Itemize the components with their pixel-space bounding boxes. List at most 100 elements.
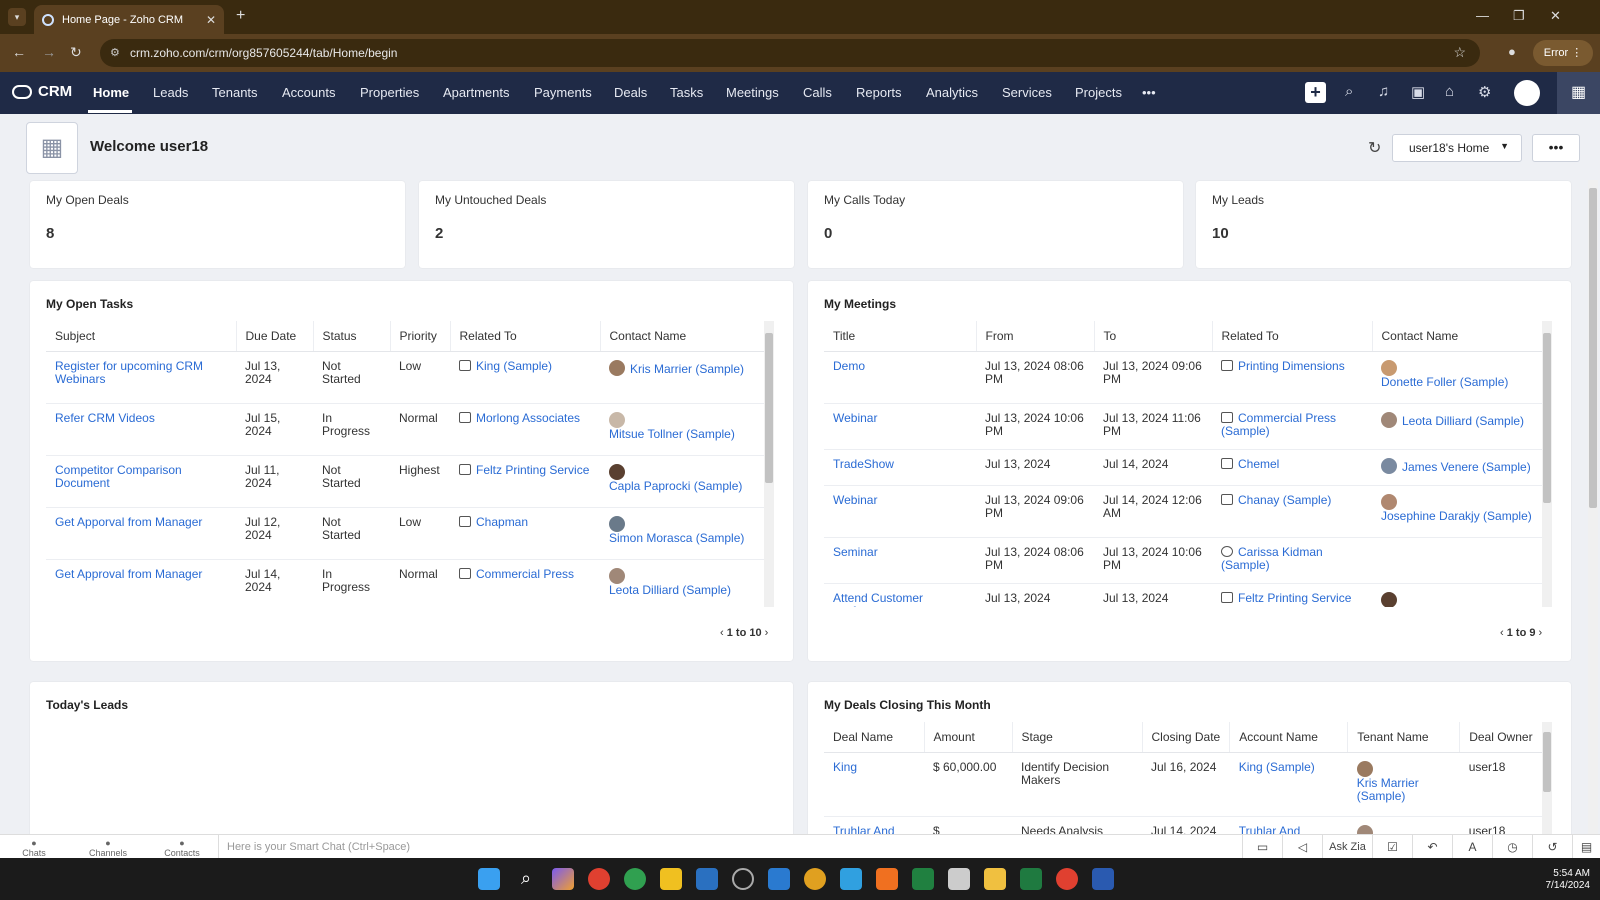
nav-payments[interactable]: Payments xyxy=(534,85,592,100)
deal-name-link[interactable]: Truhlar And xyxy=(824,816,924,834)
smart-chat-input[interactable]: Here is your Smart Chat (Ctrl+Space) xyxy=(218,835,1238,859)
nav-apartments[interactable]: Apartments xyxy=(443,85,509,100)
account-link[interactable]: Truhlar And xyxy=(1229,816,1348,834)
calculator-icon[interactable] xyxy=(948,868,970,890)
related-to-link[interactable]: Morlong Associates xyxy=(476,411,580,425)
crm-logo[interactable]: CRM xyxy=(12,83,72,100)
contact-link[interactable]: Donette Foller (Sample) xyxy=(1381,375,1508,389)
scroll-thumb[interactable] xyxy=(1589,188,1597,508)
store-icon[interactable] xyxy=(696,868,718,890)
nav-properties[interactable]: Properties xyxy=(360,85,419,100)
start-icon[interactable] xyxy=(478,868,500,890)
task-subject-link[interactable]: Get Apporval from Manager xyxy=(46,507,236,560)
col-due-date[interactable]: Due Date xyxy=(236,321,314,352)
obs-icon[interactable] xyxy=(732,868,754,890)
profile-icon[interactable]: ● xyxy=(1508,44,1516,59)
col-contact-name[interactable]: Contact Name xyxy=(600,321,768,352)
col-stage[interactable]: Stage xyxy=(1012,722,1143,753)
nav-projects[interactable]: Projects xyxy=(1075,85,1122,100)
terminal-icon[interactable] xyxy=(912,868,934,890)
minimize-icon[interactable]: — xyxy=(1476,8,1489,23)
page-scrollbar[interactable] xyxy=(1588,180,1598,834)
search-icon[interactable]: ⌕ xyxy=(515,868,537,890)
scroll-thumb[interactable] xyxy=(765,333,773,483)
contact-link[interactable]: Capla Paprocki (Sample) xyxy=(609,479,742,493)
error-button[interactable]: Error ⋮ xyxy=(1533,40,1593,66)
vlc-icon[interactable] xyxy=(876,868,898,890)
kpi-untouched-deals[interactable]: My Untouched Deals 2 xyxy=(419,181,794,268)
col-status[interactable]: Status xyxy=(313,321,391,352)
related-to-link[interactable]: Chanay (Sample) xyxy=(1238,493,1331,507)
related-to-link[interactable]: Feltz Printing Service xyxy=(1238,591,1351,605)
contact-link[interactable]: Josephine Darakjy (Sample) xyxy=(1381,509,1532,523)
col-deal-owner[interactable]: Deal Owner xyxy=(1459,722,1546,753)
nav-meetings[interactable]: Meetings xyxy=(726,85,779,100)
col-amount[interactable]: Amount xyxy=(924,722,1013,753)
nav-services[interactable]: Services xyxy=(1002,85,1052,100)
meeting-title-link[interactable]: Seminar xyxy=(824,537,976,584)
nav-calls[interactable]: Calls xyxy=(803,85,832,100)
bookmark-star-icon[interactable]: ☆ xyxy=(1453,44,1466,61)
col-tenant-name[interactable]: Tenant Name xyxy=(1347,722,1461,753)
col-related-to[interactable]: Related To xyxy=(1212,321,1373,352)
col-priority[interactable]: Priority xyxy=(390,321,451,352)
close-window-icon[interactable]: ✕ xyxy=(1550,8,1561,24)
new-tab-button[interactable]: + xyxy=(236,7,245,25)
forward-icon[interactable]: → xyxy=(42,44,56,60)
restore-icon[interactable]: ❐ xyxy=(1513,8,1525,24)
task-subject-link[interactable]: Refer CRM Videos xyxy=(46,403,236,456)
chrome-icon[interactable] xyxy=(588,868,610,890)
user-avatar[interactable] xyxy=(1514,80,1540,106)
col-to[interactable]: To xyxy=(1094,321,1213,352)
task-subject-link[interactable]: Competitor Comparison Document xyxy=(46,455,236,508)
site-info-icon[interactable]: ⚙ xyxy=(110,46,120,59)
close-tab-icon[interactable]: ✕ xyxy=(206,13,216,27)
contacts-button[interactable]: ● Contacts xyxy=(162,838,202,858)
meeting-title-link[interactable]: Webinar xyxy=(824,403,976,450)
nav-home[interactable]: Home xyxy=(93,85,129,100)
settings-gear-icon[interactable]: ⚙ xyxy=(1478,83,1491,101)
col-account-name[interactable]: Account Name xyxy=(1229,722,1349,753)
word-icon[interactable] xyxy=(1092,868,1114,890)
notes-icon[interactable]: ▤ xyxy=(1572,835,1600,859)
channels-button[interactable]: ● Channels xyxy=(88,838,128,858)
tasks-scrollbar[interactable] xyxy=(764,321,774,607)
contact-link[interactable]: Simon Morasca (Sample) xyxy=(609,531,744,545)
contact-link[interactable]: James Venere (Sample) xyxy=(1402,460,1531,474)
deal-name-link[interactable]: King xyxy=(824,752,924,817)
alarm-icon[interactable]: ◷ xyxy=(1492,835,1532,859)
vscode-icon[interactable] xyxy=(768,868,790,890)
nav-deals[interactable]: Deals xyxy=(614,85,647,100)
account-link[interactable]: King (Sample) xyxy=(1229,752,1348,817)
kpi-open-deals[interactable]: My Open Deals 8 xyxy=(30,181,405,268)
nav-leads[interactable]: Leads xyxy=(153,85,188,100)
related-to-link[interactable]: Carissa Kidman (Sample) xyxy=(1221,545,1323,572)
related-to-link[interactable]: Commercial Press (Sample) xyxy=(1221,411,1336,438)
file-explorer-icon[interactable] xyxy=(984,868,1006,890)
related-to-link[interactable]: Printing Dimensions xyxy=(1238,359,1345,373)
nav-more[interactable]: ••• xyxy=(1142,85,1156,100)
ask-zia-button[interactable]: Ask Zia xyxy=(1322,835,1372,859)
col-from[interactable]: From xyxy=(976,321,1095,352)
contact-link[interactable]: Leota Dilliard (Sample) xyxy=(1402,414,1524,428)
meeting-title-link[interactable]: Webinar xyxy=(824,485,976,538)
copilot-icon[interactable] xyxy=(552,868,574,890)
reload-icon[interactable]: ↻ xyxy=(70,44,82,61)
related-to-link[interactable]: Commercial Press xyxy=(476,567,574,581)
announcement-icon[interactable]: ◁ xyxy=(1282,835,1322,859)
deals-scrollbar[interactable] xyxy=(1542,722,1552,834)
chrome-canary-icon[interactable] xyxy=(804,868,826,890)
related-to-link[interactable]: Feltz Printing Service xyxy=(476,463,589,477)
more-options-button[interactable]: ••• xyxy=(1532,134,1580,162)
contact-link[interactable]: Mitsue Tollner (Sample) xyxy=(609,427,735,441)
contact-link[interactable]: Leota Dilliard (Sample) xyxy=(609,583,731,597)
quick-create-button[interactable]: + xyxy=(1305,82,1326,103)
paint-icon[interactable] xyxy=(840,868,862,890)
system-clock[interactable]: 5:54 AM 7/14/2024 xyxy=(1510,868,1591,892)
tab-search-button[interactable]: ▾ xyxy=(8,8,26,26)
chrome-profile-icon[interactable] xyxy=(624,868,646,890)
search-icon[interactable]: ⌕ xyxy=(1345,83,1353,100)
translate-icon[interactable]: A xyxy=(1452,835,1492,859)
app-grid-icon[interactable]: ▦ xyxy=(1557,72,1600,114)
nav-reports[interactable]: Reports xyxy=(856,85,902,100)
